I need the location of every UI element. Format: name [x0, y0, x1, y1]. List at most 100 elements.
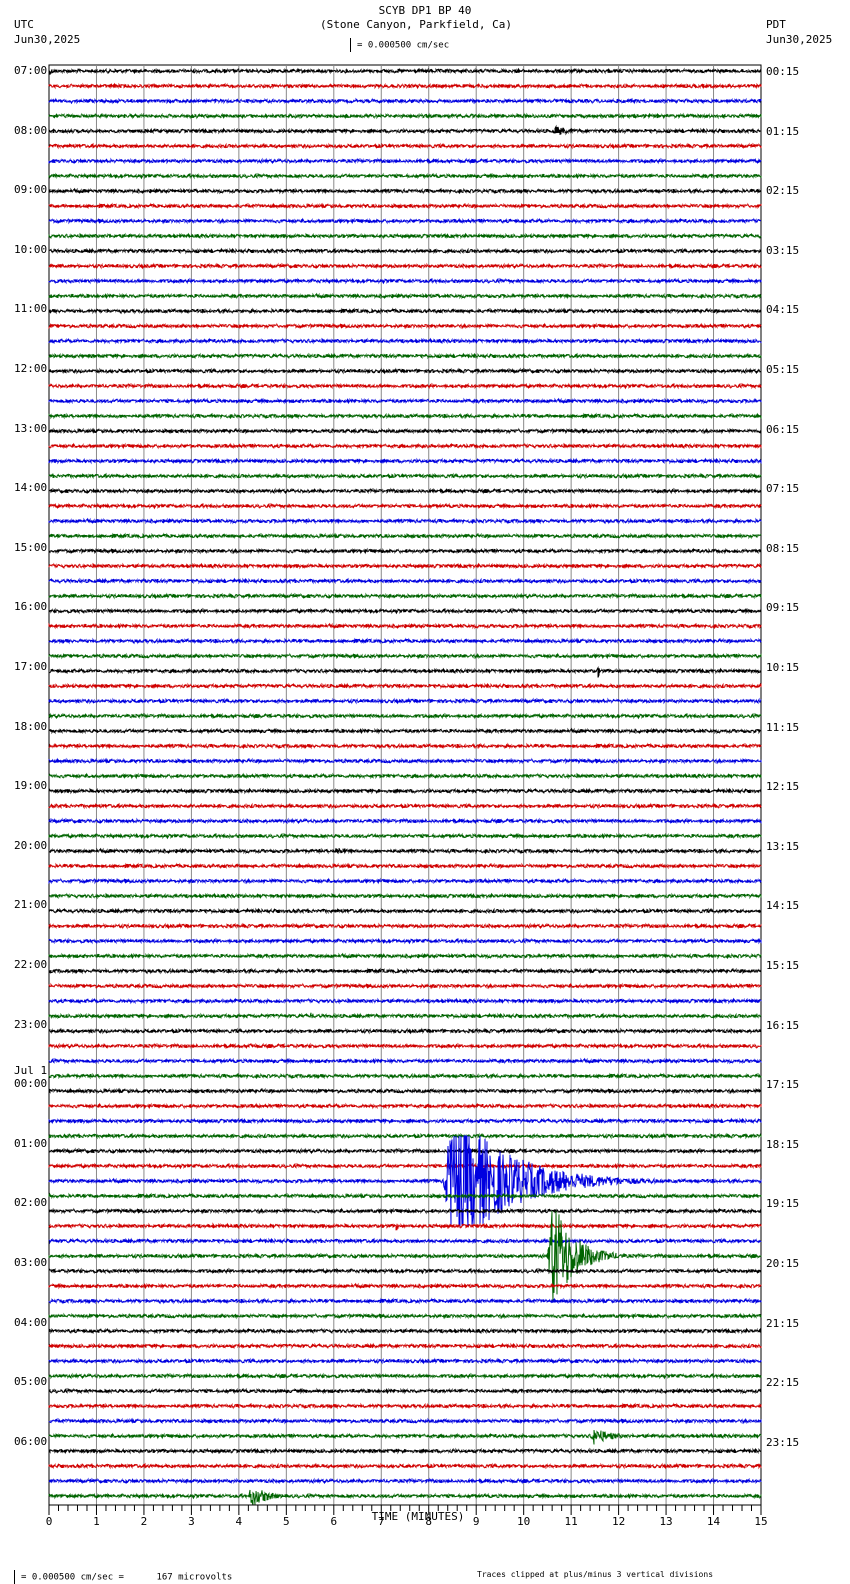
utc-hour-label: 17:00: [14, 660, 48, 673]
utc-hour-label: 23:00: [14, 1017, 48, 1031]
trace-93: [48, 1462, 762, 1470]
trace-86: [48, 1357, 762, 1365]
trace-20: [48, 367, 762, 375]
trace-31: [48, 532, 762, 540]
utc-hour-label: 02:00: [14, 1196, 48, 1210]
trace-62: [48, 997, 762, 1005]
utc-hour-label: 19:00: [14, 779, 48, 793]
trace-40: [48, 665, 762, 678]
pdt-hour-label: 01:15: [766, 124, 800, 138]
pdt-hour-label: 09:15: [766, 601, 800, 615]
trace-68: [48, 1087, 762, 1095]
utc-hour-label: 21:00: [14, 898, 48, 912]
x-tick-label: 14: [706, 1515, 721, 1528]
x-tick-label: 4: [235, 1515, 243, 1528]
utc-hour-label: 18:00: [14, 719, 48, 733]
trace-81: [48, 1282, 762, 1290]
trace-33: [48, 562, 762, 570]
pdt-hour-label: 02:15: [766, 184, 800, 198]
pdt-hour-label: 20:15: [766, 1257, 800, 1270]
trace-32: [48, 547, 762, 555]
trace-58: [48, 937, 762, 945]
trace-72: [48, 1147, 762, 1155]
x-tick-label: 1: [93, 1515, 100, 1528]
trace-30: [48, 517, 762, 525]
trace-28: [48, 487, 762, 495]
scale-bar-icon: [14, 1570, 15, 1584]
trace-44: [48, 727, 762, 735]
x-tick-label: 15: [754, 1515, 768, 1528]
pdt-hour-label: 18:15: [766, 1137, 800, 1151]
helicorder-plot: SCYB DP1 BP 40 (Stone Canyon, Parkfield,…: [0, 0, 850, 1584]
trace-7: [48, 172, 762, 180]
utc-hour-label: 13:00: [14, 421, 48, 435]
pdt-hour-label: 04:15: [766, 303, 800, 317]
trace-57: [48, 922, 762, 930]
pdt-hour-label: 10:15: [766, 661, 800, 674]
pdt-hour-label: 12:15: [766, 780, 800, 794]
trace-25: [48, 442, 762, 450]
trace-36: [48, 607, 762, 615]
trace-73: [48, 1162, 762, 1170]
trace-49: [48, 802, 762, 810]
trace-84: [48, 1327, 762, 1335]
pdt-hour-label: 17:15: [766, 1078, 800, 1092]
trace-19: [48, 352, 762, 360]
utc-hour-label: 12:00: [14, 362, 48, 375]
trace-26: [48, 457, 762, 465]
trace-60: [48, 967, 762, 975]
utc-hour-label: 22:00: [14, 958, 48, 971]
trace-66: [48, 1057, 762, 1065]
trace-80: [48, 1267, 762, 1275]
utc-hour-label: 14:00: [14, 481, 48, 495]
trace-41: [48, 682, 762, 690]
trace-3: [48, 112, 762, 120]
trace-37: [48, 622, 762, 630]
utc-hour-label: 04:00: [14, 1315, 48, 1329]
trace-22: [48, 397, 762, 405]
seismogram-svg: [48, 64, 762, 1515]
pdt-hour-label: 11:15: [766, 720, 800, 734]
trace-85: [48, 1342, 762, 1350]
trace-35: [48, 592, 762, 600]
trace-71: [48, 1132, 762, 1140]
trace-13: [48, 262, 762, 270]
trace-10: [48, 217, 762, 225]
trace-75: [48, 1192, 762, 1200]
trace-76: [48, 1207, 762, 1215]
trace-4: [48, 124, 762, 136]
x-tick-label: 12: [611, 1515, 626, 1528]
utc-hour-label: 08:00: [14, 123, 48, 137]
pdt-hour-label: 21:15: [766, 1316, 800, 1330]
trace-34: [48, 577, 762, 585]
x-tick-label: 10: [517, 1515, 531, 1528]
day-change-label: Jul 1: [14, 1064, 48, 1078]
pdt-hour-label: 07:15: [766, 482, 800, 496]
utc-hour-label: 09:00: [14, 183, 48, 197]
trace-16: [48, 307, 762, 315]
trace-56: [48, 907, 762, 915]
trace-5: [48, 142, 762, 150]
trace-51: [48, 832, 762, 840]
trace-87: [48, 1372, 762, 1380]
trace-27: [48, 472, 762, 480]
trace-48: [48, 787, 762, 795]
pdt-hour-label: 15:15: [766, 959, 800, 972]
trace-9: [48, 202, 762, 210]
utc-hour-label: 05:00: [14, 1375, 48, 1389]
trace-6: [48, 157, 762, 165]
trace-39: [48, 652, 762, 660]
trace-23: [48, 412, 762, 420]
trace-1: [48, 82, 762, 90]
trace-43: [48, 712, 762, 720]
utc-hour-label: 03:00: [14, 1256, 48, 1269]
x-tick-label: 0: [45, 1515, 53, 1528]
pdt-hour-label: 14:15: [766, 899, 800, 913]
x-tick-label: 11: [564, 1515, 578, 1528]
trace-8: [48, 187, 762, 195]
trace-91: [48, 1430, 762, 1445]
trace-2: [48, 97, 762, 105]
utc-hour-label: 15:00: [14, 540, 48, 554]
footer-scale-text: = 0.000500 cm/sec = 167 microvolts: [21, 1572, 233, 1583]
clip-note: Traces clipped at plus/minus 3 vertical …: [477, 1570, 714, 1579]
